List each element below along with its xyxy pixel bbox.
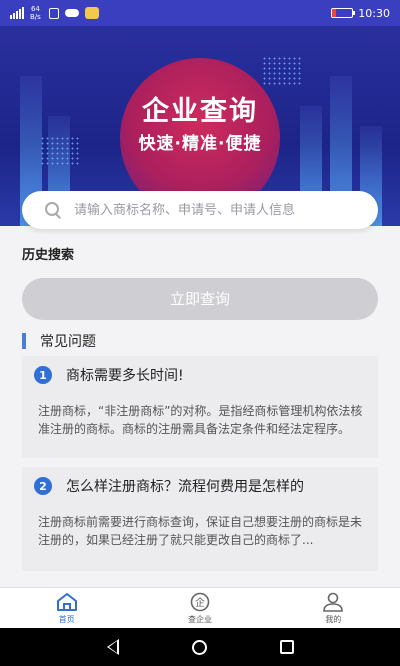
company-search-icon: 企	[189, 592, 211, 612]
faq-answer: 注册商标，“非注册商标”的对称。是指经商标管理机构依法核准注册的商标。商标的注册…	[38, 404, 363, 436]
faq-number-badge: 1	[34, 366, 52, 384]
tab-home[interactable]: 首页	[0, 588, 133, 628]
clock: 10:30	[358, 6, 390, 20]
history-search-label: 历史搜索	[22, 248, 75, 263]
tab-label: 查企业	[187, 615, 212, 624]
query-button[interactable]: 立即查询	[22, 278, 378, 320]
network-speed: 64 B/s	[30, 5, 41, 21]
tab-label: 首页	[58, 615, 75, 624]
tab-company-search[interactable]: 企 查企业	[133, 588, 266, 628]
recent-apps-icon[interactable]	[279, 640, 294, 654]
hero-subtitle: 快速·精准·便捷	[138, 134, 262, 154]
faq-card[interactable]: 2 怎么样注册商标？流程何费用是怎样的 注册商标前需要进行商标查询，保证自己想要…	[22, 467, 378, 571]
app-screen: 64 B/s 10:30 企业查询 快速·精准·便捷 历史搜索 立即查询 常见问…	[0, 0, 400, 666]
faq-card[interactable]: 1 商标需要多长时间! 注册商标，“非注册商标”的对称。是指经商标管理机构依法核…	[22, 356, 378, 458]
faq-answer: 注册商标前需要进行商标查询，保证自己想要注册的商标是未注册的，如果已经注册了就只…	[38, 515, 363, 547]
profile-icon	[322, 592, 344, 612]
sim-icon	[48, 7, 59, 19]
search-input[interactable]	[74, 202, 364, 218]
tab-label: 我的	[325, 615, 342, 624]
faq-number-badge: 2	[34, 477, 52, 495]
bottom-tab-bar: 首页 企 查企业 我的	[0, 587, 400, 628]
system-nav-bar	[0, 628, 400, 666]
search-icon	[44, 201, 62, 219]
signal-icon	[10, 7, 24, 19]
faq-question: 怎么样注册商标？流程何费用是怎样的	[66, 479, 304, 495]
status-bar: 64 B/s 10:30	[0, 0, 400, 26]
home-icon	[56, 592, 78, 612]
svg-text:企: 企	[195, 596, 205, 609]
cloud-icon	[64, 9, 79, 17]
battery-icon	[331, 8, 356, 18]
back-icon[interactable]	[106, 639, 119, 655]
faq-heading: 常见问题	[22, 331, 96, 351]
tab-profile[interactable]: 我的	[267, 588, 400, 628]
search-bar[interactable]	[22, 191, 378, 229]
faq-question: 商标需要多长时间!	[66, 368, 184, 384]
section-accent-bar	[22, 333, 26, 349]
faq-heading-text: 常见问题	[40, 334, 96, 350]
hero-title: 企业查询	[142, 96, 258, 127]
home-circle-icon[interactable]	[191, 639, 207, 655]
app-notification-icon	[84, 7, 99, 19]
